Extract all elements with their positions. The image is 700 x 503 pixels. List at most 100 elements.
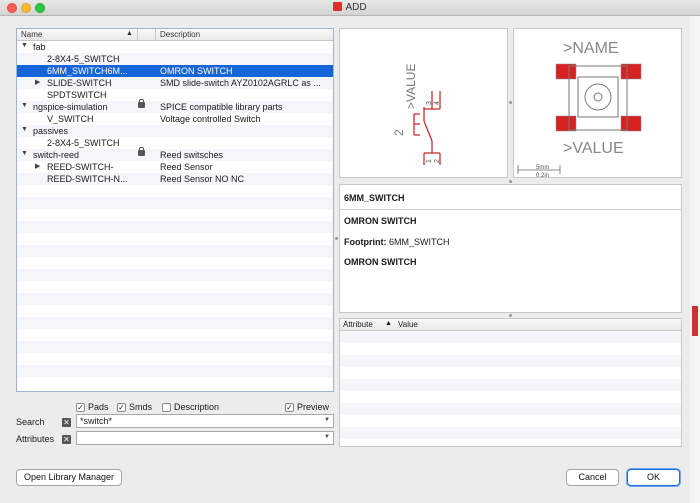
dropdown-arrow-icon[interactable]: ▼: [324, 417, 330, 423]
cancel-button[interactable]: Cancel: [566, 469, 619, 486]
tree-row-empty: [17, 233, 333, 245]
tree-row[interactable]: V_SWITCH Voltage controlled Switch: [17, 113, 333, 125]
tree-row[interactable]: ▼ passives: [17, 125, 333, 137]
table-row: [340, 439, 681, 446]
tree-row[interactable]: ▼ ngspice-simulation SPICE compatible libr…: [17, 99, 333, 113]
vertical-splitter[interactable]: [335, 237, 338, 240]
checkbox-box[interactable]: [162, 402, 171, 412]
checkbox-box[interactable]: ✓: [76, 402, 85, 412]
app-icon: [333, 2, 343, 11]
attribute-table[interactable]: Attribute ▲ Value: [339, 318, 682, 447]
clear-search-icon[interactable]: ✕: [62, 418, 71, 427]
package-body: [577, 76, 619, 118]
sort-ascending-icon[interactable]: ▲: [385, 320, 392, 327]
open-library-manager-button[interactable]: Open Library Manager: [16, 469, 122, 486]
tree-row[interactable]: ▶ SLIDE-SWITCH SMD slide-switch AYZ0102AGR…: [17, 77, 333, 89]
tree-row-name: REED-SWITCH-N...: [47, 174, 128, 184]
tree-row[interactable]: ▼ switch-reed Reed switsches: [17, 147, 333, 161]
tree-row-description: Voltage controlled Switch: [160, 114, 261, 124]
search-label: Search: [16, 417, 45, 427]
symbol-graphic: >VALUE 2 3 4 1 2: [392, 64, 441, 165]
device-description: OMRON SWITCH: [344, 216, 417, 226]
column-header-description[interactable]: Description: [160, 30, 200, 39]
window-title: ADD: [0, 2, 700, 13]
tree-row-description: SMD slide-switch AYZ0102AGRLC as ...: [160, 78, 321, 88]
tree-row[interactable]: REED-SWITCH-N... Reed Sensor NO NC: [17, 173, 333, 185]
tree-row-name: ngspice-simulation: [33, 102, 108, 112]
tree-row-empty: [17, 281, 333, 293]
tree-row-description: OMRON SWITCH: [160, 66, 233, 76]
tree-row[interactable]: ▼ fab: [17, 41, 333, 53]
description-checkbox[interactable]: Description: [162, 402, 219, 412]
tree-row[interactable]: ▶ REED-SWITCH- Reed Sensor: [17, 161, 333, 173]
tree-row-empty: [17, 257, 333, 269]
column-header-name[interactable]: Name: [21, 30, 42, 39]
expand-arrow-icon[interactable]: ▼: [21, 150, 28, 157]
checkbox-box[interactable]: ✓: [285, 402, 294, 412]
dropdown-arrow-icon[interactable]: ▼: [324, 434, 330, 440]
expand-arrow-icon[interactable]: ▼: [21, 42, 28, 49]
tree-header: Name ▲ Description: [17, 29, 333, 41]
lock-icon: [138, 99, 145, 108]
tree-row-empty: [17, 377, 333, 389]
expand-arrow-icon[interactable]: ▼: [21, 126, 28, 133]
tree-row[interactable]: SPDTSWITCH: [17, 89, 333, 101]
table-row: [340, 355, 681, 367]
tree-row-empty: [17, 365, 333, 377]
description-panel: 6MM_SWITCH OMRON SWITCH Footprint: 6MM_S…: [339, 184, 682, 313]
tree-row-empty: [17, 353, 333, 365]
tree-row-name: 2-8X4-5_SWITCH: [47, 54, 120, 64]
table-row: [340, 391, 681, 403]
title-bar: ADD: [0, 0, 700, 16]
sort-ascending-icon[interactable]: ▲: [126, 30, 133, 37]
attributes-input[interactable]: ▼: [76, 431, 334, 445]
attribute-rows: [340, 331, 681, 446]
checkbox-box[interactable]: ✓: [117, 402, 126, 412]
tree-row-empty: [17, 185, 333, 197]
tree-row[interactable]: 6MM_SWITCH6M... OMRON SWITCH: [17, 65, 333, 77]
pads-checkbox[interactable]: ✓ Pads: [76, 402, 109, 412]
tree-row-empty: [17, 293, 333, 305]
horizontal-splitter[interactable]: [509, 180, 512, 183]
tree-row-empty: [17, 197, 333, 209]
symbol-part-number: 2: [392, 129, 406, 136]
column-header-value[interactable]: Value: [398, 320, 418, 329]
device-extra-text: OMRON SWITCH: [344, 257, 417, 267]
attribute-table-header: Attribute ▲ Value: [340, 319, 681, 331]
pad: [555, 115, 577, 132]
expand-arrow-icon[interactable]: ▼: [21, 102, 28, 109]
column-header-attribute[interactable]: Attribute: [343, 320, 373, 329]
tree-row-empty: [17, 317, 333, 329]
smds-checkbox[interactable]: ✓ Smds: [117, 402, 152, 412]
tree-row-name: SLIDE-SWITCH: [47, 78, 112, 88]
package-preview[interactable]: >NAME >VALUE 5mm 0.2in: [513, 28, 682, 179]
tree-row-name: switch-reed: [33, 150, 80, 160]
tree-row[interactable]: 2-8X4-5_SWITCH: [17, 53, 333, 65]
collapse-arrow-icon[interactable]: ▶: [35, 78, 40, 86]
filter-checkboxes: ✓ Pads ✓ Smds Description ✓ Preview: [76, 402, 336, 414]
tree-row-empty: [17, 341, 333, 353]
tree-row-description: Reed Sensor NO NC: [160, 174, 245, 184]
clear-attributes-icon[interactable]: ✕: [62, 435, 71, 444]
symbol-preview[interactable]: >VALUE 2 3 4 1 2: [339, 28, 508, 178]
symbol-value-text: >VALUE: [404, 64, 418, 109]
search-input[interactable]: *switch* ▼: [76, 414, 334, 428]
button-outline: [584, 83, 612, 111]
package-graphic: >NAME >VALUE 5mm 0.2in: [517, 40, 642, 179]
package-name-text: >NAME: [563, 40, 619, 57]
symbol-pin-label: 2: [434, 159, 441, 163]
tree-row[interactable]: 2-8X4-5_SWITCH: [17, 137, 333, 149]
library-tree[interactable]: Name ▲ Description ▼ fab 2-8X4-5_SWITCH 6MM…: [16, 28, 334, 392]
device-title: 6MM_SWITCH: [344, 193, 405, 203]
tree-row-empty: [17, 269, 333, 281]
divider: [340, 209, 681, 210]
preview-checkbox[interactable]: ✓ Preview: [285, 402, 329, 412]
horizontal-splitter[interactable]: [509, 314, 512, 317]
ok-button[interactable]: OK: [627, 469, 680, 486]
table-row: [340, 367, 681, 379]
column-divider[interactable]: [155, 29, 156, 41]
collapse-arrow-icon[interactable]: ▶: [35, 162, 40, 170]
vertical-splitter[interactable]: [509, 101, 512, 104]
column-divider[interactable]: [137, 29, 138, 41]
symbol-pin-label: 3: [426, 101, 433, 105]
